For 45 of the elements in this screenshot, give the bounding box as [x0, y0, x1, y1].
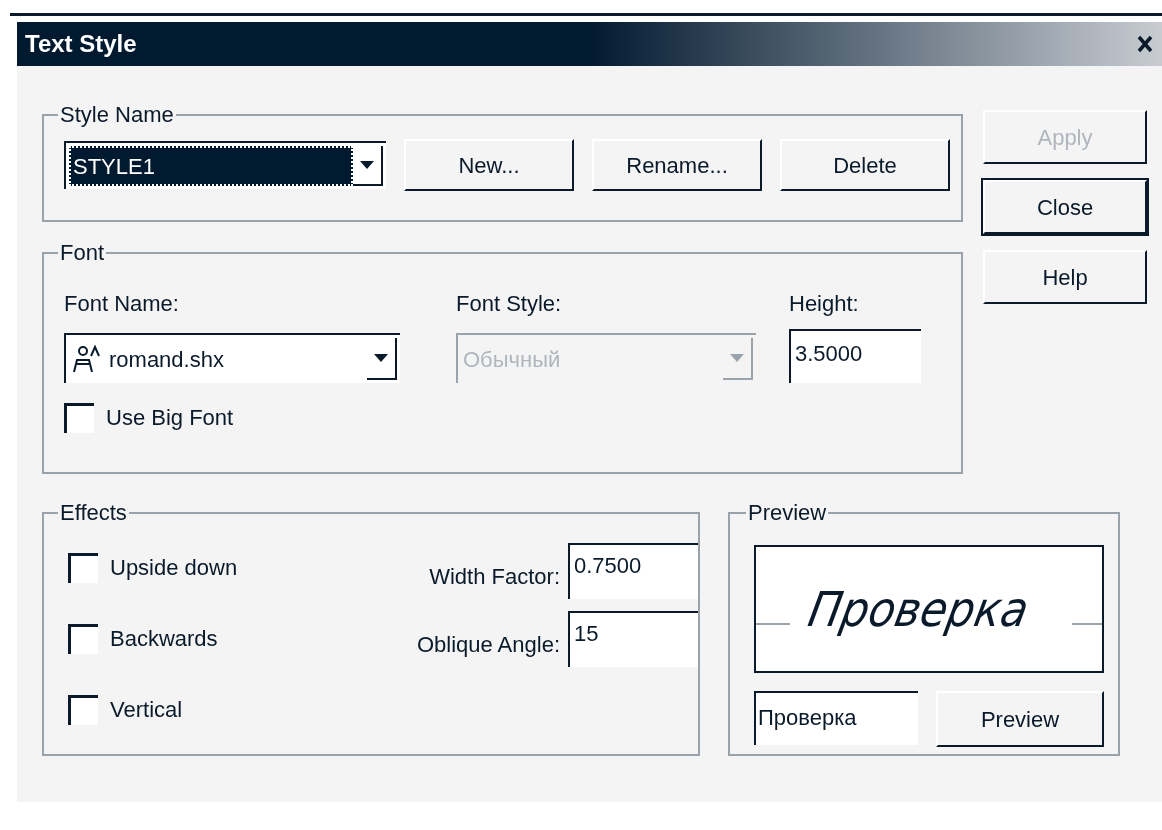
field-value: 15	[574, 621, 599, 646]
checkbox-label: Use Big Font	[106, 404, 234, 432]
caret-icon	[730, 354, 744, 362]
field-value: 0.7500	[574, 553, 642, 578]
field-label: Oblique Angle:	[416, 630, 560, 659]
style-dropdown[interactable]: STYLE1	[64, 141, 386, 189]
dropdown-arrow-button[interactable]	[367, 338, 397, 380]
group-label: Style Name	[59, 101, 175, 129]
dropdown-value: Обычный	[462, 345, 562, 374]
checkbox-label: Backwards	[110, 625, 218, 653]
dialog-button[interactable]: Delete	[780, 139, 950, 191]
caret-icon	[360, 161, 374, 169]
dialog-button[interactable]: Rename...	[592, 139, 762, 191]
checkbox[interactable]	[68, 623, 98, 654]
dropdown-arrow-button[interactable]	[353, 146, 383, 186]
dialog-button[interactable]: New...	[404, 139, 574, 191]
preview-text-field[interactable]: Проверка	[754, 691, 918, 745]
field-label: Font Style:	[456, 290, 563, 318]
caret-icon	[374, 354, 388, 362]
dropdown-value: STYLE1	[69, 146, 353, 186]
input-field[interactable]: 15	[568, 611, 698, 667]
input-field[interactable]: 0.7500	[568, 543, 698, 599]
field-label: Font Name:	[64, 290, 180, 318]
group-label: Preview	[747, 499, 828, 527]
field-value: Проверка	[758, 705, 857, 730]
field-label: Height:	[789, 290, 860, 318]
preview-button[interactable]: Preview	[936, 691, 1104, 747]
preview-sample: Проверка	[803, 580, 1035, 639]
dialog-button[interactable]: Close	[983, 180, 1147, 234]
dialog-button[interactable]: Help	[983, 250, 1147, 304]
checkbox-label: Vertical	[110, 696, 183, 724]
group-label: Font	[59, 239, 106, 267]
field-value: 3.5000	[795, 341, 863, 366]
checkbox[interactable]	[68, 694, 98, 725]
font-name-dropdown[interactable]: romand.shx	[64, 333, 400, 383]
checkbox[interactable]	[64, 402, 94, 433]
dropdown-value: romand.shx	[108, 345, 225, 374]
window-title: Text Style	[25, 29, 137, 59]
height-field[interactable]: 3.5000	[789, 329, 921, 383]
font-icon	[71, 344, 101, 374]
checkbox[interactable]	[68, 552, 98, 583]
field-label: Width Factor:	[429, 562, 560, 591]
group-label: Effects	[59, 499, 128, 527]
checkbox-label: Upside down	[110, 554, 238, 582]
close-icon	[1137, 35, 1153, 53]
